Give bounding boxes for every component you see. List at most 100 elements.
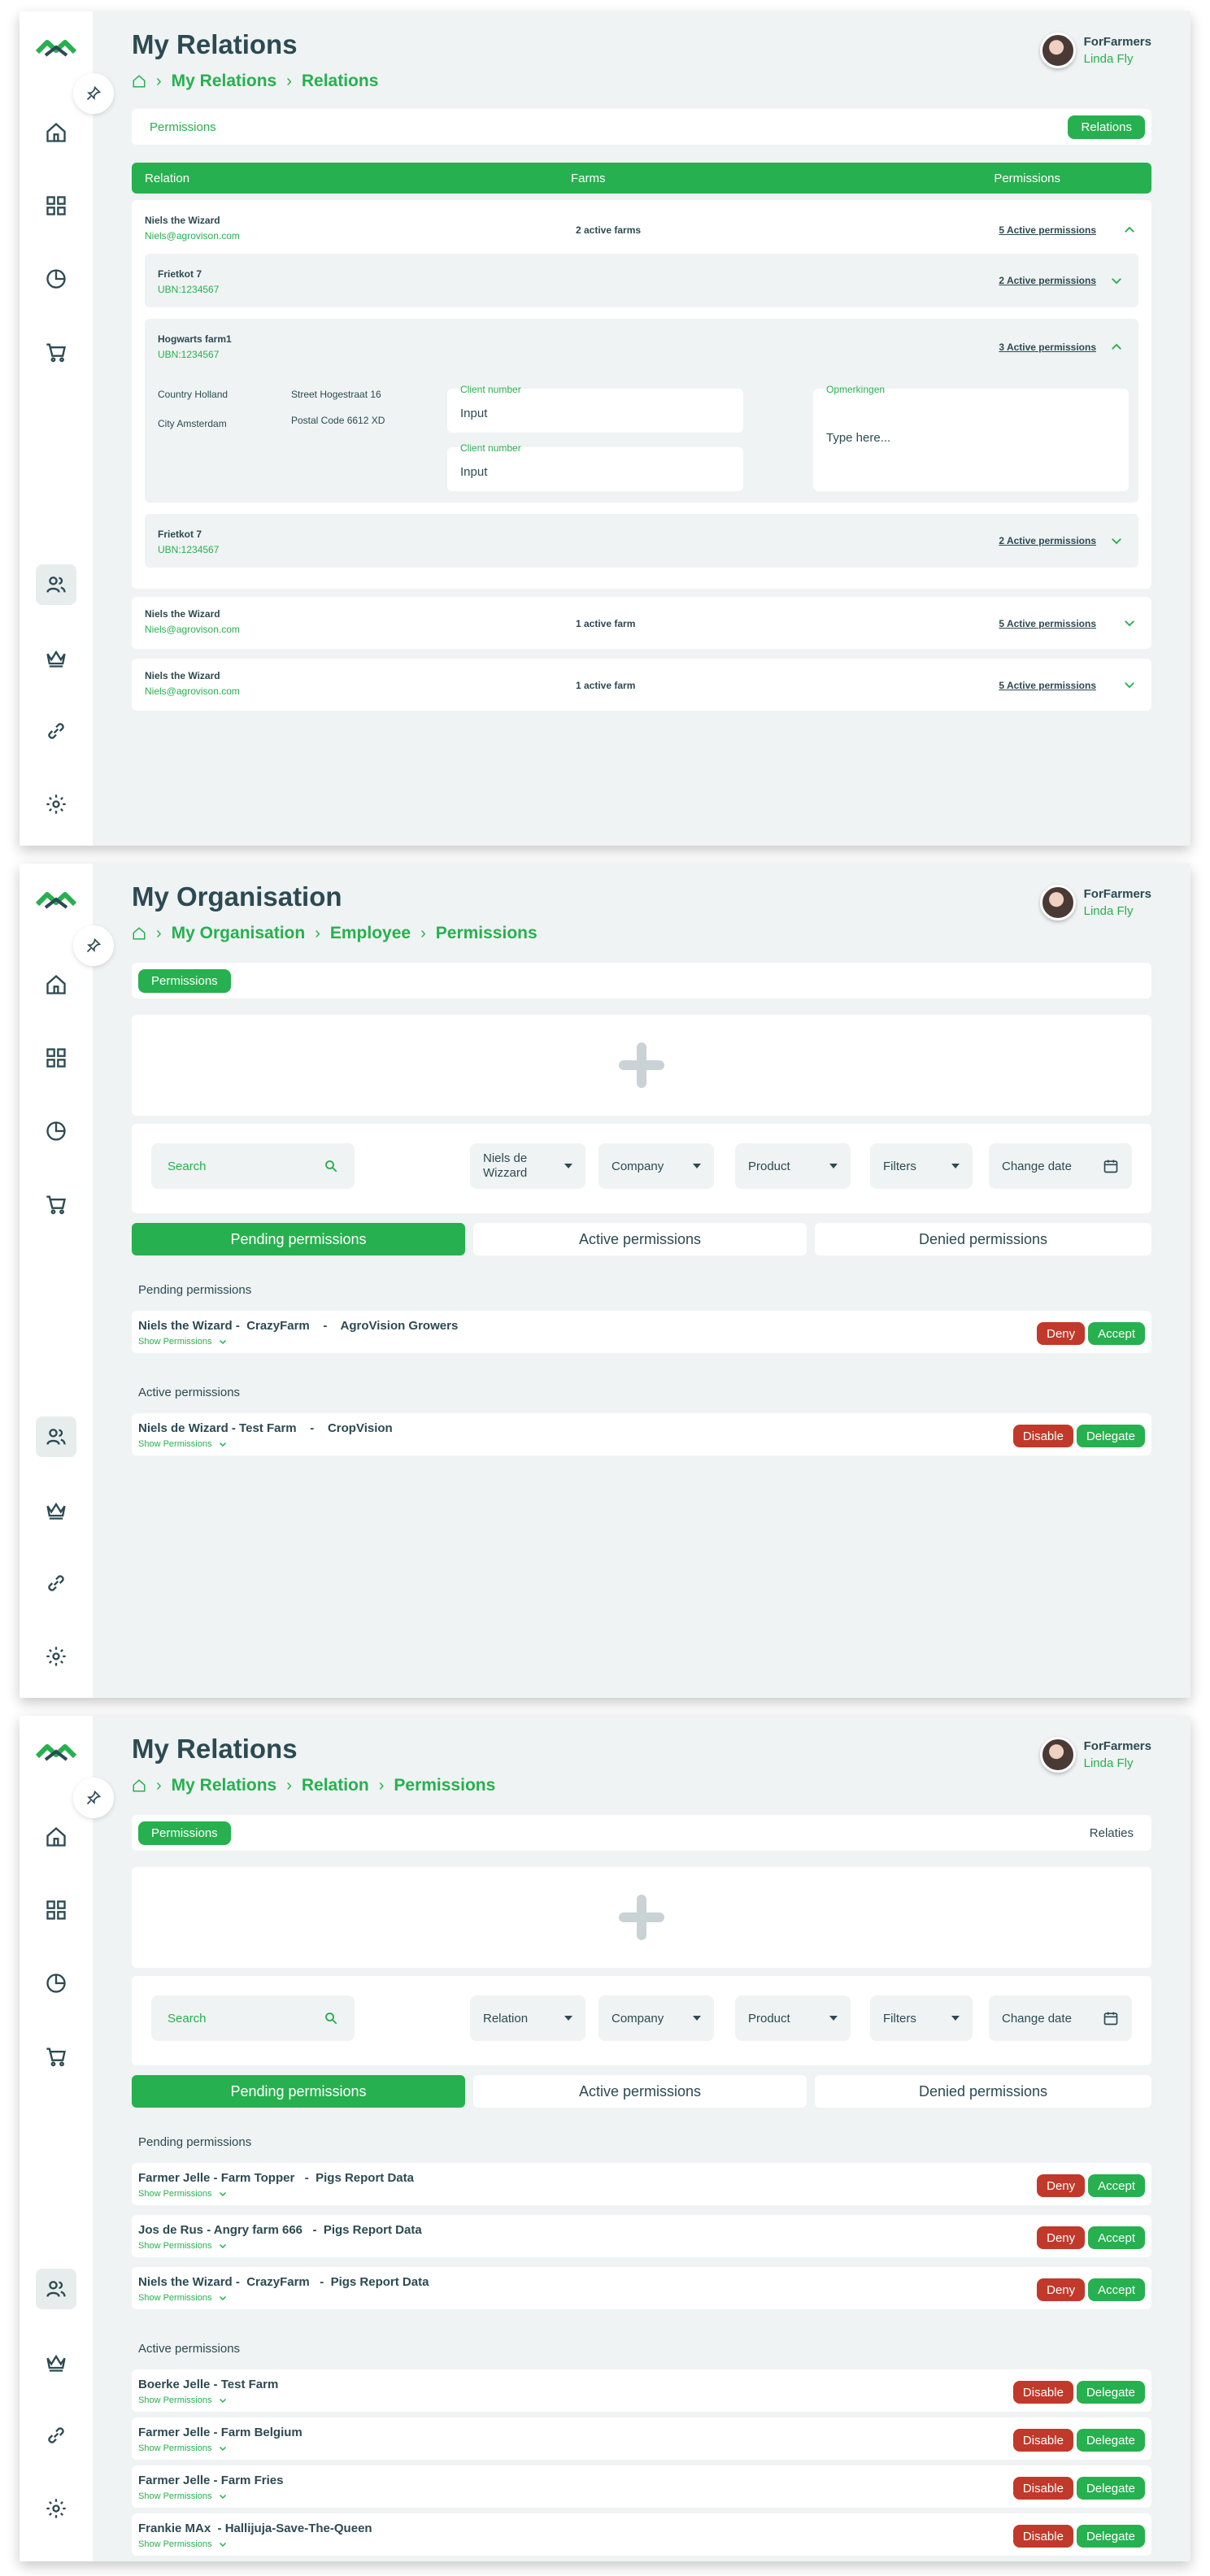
- farm-row[interactable]: Frietkot 7 UBN:1234567 2 Active permissio…: [145, 514, 1138, 568]
- disable-button[interactable]: Disable: [1012, 2429, 1073, 2452]
- home-crumb-icon[interactable]: [132, 926, 146, 941]
- farm-permissions-link[interactable]: 2 Active permissions: [999, 535, 1096, 546]
- table-row[interactable]: Niels the Wizard Niels@agrovison.com 1 ac…: [132, 659, 1151, 711]
- chevron-up-icon[interactable]: [1122, 223, 1137, 237]
- disable-button[interactable]: Disable: [1012, 2477, 1073, 2500]
- search-input[interactable]: Search: [151, 1995, 355, 2041]
- filter-relation-dropdown[interactable]: Relation: [470, 1995, 585, 2041]
- relation-permissions-link[interactable]: 5 Active permissions: [999, 224, 1096, 236]
- link-icon[interactable]: [36, 1563, 76, 1603]
- gear-icon[interactable]: [36, 1636, 76, 1677]
- deny-button[interactable]: Deny: [1037, 2174, 1086, 2197]
- cart-icon[interactable]: [36, 1184, 76, 1225]
- show-permissions-toggle[interactable]: Show Permissions: [138, 2293, 228, 2303]
- list-item[interactable]: Niels de Wizard - Test Farm - CropVision…: [132, 1413, 1151, 1456]
- crumb-employee[interactable]: Employee: [330, 924, 411, 943]
- users-icon[interactable]: [36, 1416, 76, 1457]
- show-permissions-toggle[interactable]: Show Permissions: [138, 2189, 228, 2199]
- calendar-icon[interactable]: [1103, 1158, 1119, 1174]
- add-panel[interactable]: [132, 1015, 1151, 1116]
- home-icon[interactable]: [36, 112, 76, 153]
- plus-icon[interactable]: [616, 1039, 668, 1091]
- farm-row-expanded[interactable]: Hogwarts farm1 UBN:1234567 3 Active permi…: [145, 319, 1138, 503]
- chevron-down-icon[interactable]: [1122, 677, 1137, 692]
- tab-pending-permissions[interactable]: Pending permissions: [132, 1223, 465, 1255]
- remarks-textarea[interactable]: Opmerkingen Type here...: [813, 384, 1129, 491]
- crumb-permissions[interactable]: Permissions: [394, 1776, 495, 1795]
- user-profile[interactable]: ForFarmers Linda Fly: [1039, 33, 1151, 68]
- list-item[interactable]: Niels the Wizard - CrazyFarm - AgroVisio…: [132, 1311, 1151, 1353]
- crown-icon[interactable]: [36, 2342, 76, 2382]
- users-icon[interactable]: [36, 564, 76, 605]
- disable-button[interactable]: Disable: [1012, 2381, 1073, 2404]
- farm-permissions-link[interactable]: 3 Active permissions: [999, 342, 1096, 353]
- link-icon[interactable]: [36, 2415, 76, 2456]
- search-icon[interactable]: [324, 1159, 338, 1173]
- logo-icon[interactable]: [36, 36, 76, 60]
- filter-filters-dropdown[interactable]: Filters: [870, 1143, 973, 1189]
- cart-icon[interactable]: [36, 332, 76, 372]
- calendar-icon[interactable]: [1103, 2010, 1119, 2026]
- cart-icon[interactable]: [36, 2036, 76, 2077]
- link-icon[interactable]: [36, 711, 76, 751]
- chevron-down-icon[interactable]: [1109, 273, 1124, 288]
- accept-button[interactable]: Accept: [1088, 2226, 1145, 2249]
- show-permissions-toggle[interactable]: Show Permissions: [138, 2241, 228, 2251]
- farm-permissions-link[interactable]: 2 Active permissions: [999, 275, 1096, 286]
- filter-filters-dropdown[interactable]: Filters: [870, 1995, 973, 2041]
- list-item[interactable]: Boerke Jelle - Test Farm Show Permission…: [132, 2369, 1151, 2412]
- relation-permissions-link[interactable]: 5 Active permissions: [999, 618, 1096, 629]
- pie-chart-icon[interactable]: [36, 1963, 76, 2004]
- list-item[interactable]: Farmer Jelle - Farm Topper - Pigs Report…: [132, 2163, 1151, 2205]
- pie-chart-icon[interactable]: [36, 259, 76, 299]
- change-date-picker[interactable]: Change date: [989, 1995, 1132, 2041]
- crumb-relations[interactable]: Relations: [302, 72, 379, 91]
- avatar[interactable]: [1039, 1737, 1076, 1773]
- delegate-button[interactable]: Delegate: [1076, 2525, 1145, 2548]
- chevron-down-icon[interactable]: [1122, 616, 1137, 630]
- show-permissions-toggle[interactable]: Show Permissions: [138, 2491, 228, 2501]
- relation-permissions-link[interactable]: 5 Active permissions: [999, 680, 1096, 691]
- table-row[interactable]: Niels the Wizard Niels@agrovison.com 1 ac…: [132, 597, 1151, 649]
- crumb-relation[interactable]: Relation: [302, 1776, 369, 1795]
- gear-icon[interactable]: [36, 784, 76, 825]
- logo-icon[interactable]: [36, 888, 76, 912]
- delegate-button[interactable]: Delegate: [1076, 2381, 1145, 2404]
- show-permissions-toggle[interactable]: Show Permissions: [138, 2539, 228, 2549]
- crown-icon[interactable]: [36, 637, 76, 678]
- tab-denied-permissions[interactable]: Denied permissions: [815, 1223, 1151, 1255]
- avatar[interactable]: [1039, 33, 1076, 68]
- home-icon[interactable]: [36, 1817, 76, 1857]
- farm-row[interactable]: Frietkot 7 UBN:1234567 2 Active permissio…: [145, 254, 1138, 307]
- delegate-button[interactable]: Delegate: [1076, 2429, 1145, 2452]
- gear-icon[interactable]: [36, 2488, 76, 2529]
- deny-button[interactable]: Deny: [1037, 1322, 1086, 1345]
- list-item[interactable]: Niels the Wizard - CrazyFarm - Pigs Repo…: [132, 2267, 1151, 2309]
- show-permissions-toggle[interactable]: Show Permissions: [138, 2443, 228, 2453]
- accept-button[interactable]: Accept: [1088, 2278, 1145, 2301]
- disable-button[interactable]: Disable: [1012, 2525, 1073, 2548]
- tab-relaties[interactable]: Relaties: [1078, 1826, 1145, 1840]
- change-date-picker[interactable]: Change date: [989, 1143, 1132, 1189]
- home-crumb-icon[interactable]: [132, 74, 146, 89]
- disable-button[interactable]: Disable: [1012, 1425, 1073, 1447]
- pin-icon[interactable]: [73, 1778, 114, 1818]
- crumb-my-relations[interactable]: My Relations: [172, 72, 277, 91]
- pin-icon[interactable]: [73, 73, 114, 114]
- user-profile[interactable]: ForFarmers Linda Fly: [1039, 885, 1151, 920]
- deny-button[interactable]: Deny: [1037, 2278, 1086, 2301]
- tab-active-permissions[interactable]: Active permissions: [473, 1223, 807, 1255]
- show-permissions-toggle[interactable]: Show Permissions: [138, 2395, 228, 2405]
- search-input[interactable]: Search: [151, 1143, 355, 1189]
- filter-company-dropdown[interactable]: Company: [598, 1995, 714, 2041]
- user-profile[interactable]: ForFarmers Linda Fly: [1039, 1737, 1151, 1773]
- deny-button[interactable]: Deny: [1037, 2226, 1086, 2249]
- accept-button[interactable]: Accept: [1088, 1322, 1145, 1345]
- users-icon[interactable]: [36, 2269, 76, 2309]
- search-icon[interactable]: [324, 2011, 338, 2026]
- grid-icon[interactable]: [36, 1038, 76, 1078]
- plus-icon[interactable]: [616, 1891, 668, 1943]
- tab-permissions[interactable]: Permissions: [138, 968, 231, 993]
- add-panel[interactable]: [132, 1867, 1151, 1968]
- filter-product-dropdown[interactable]: Product: [735, 1995, 851, 2041]
